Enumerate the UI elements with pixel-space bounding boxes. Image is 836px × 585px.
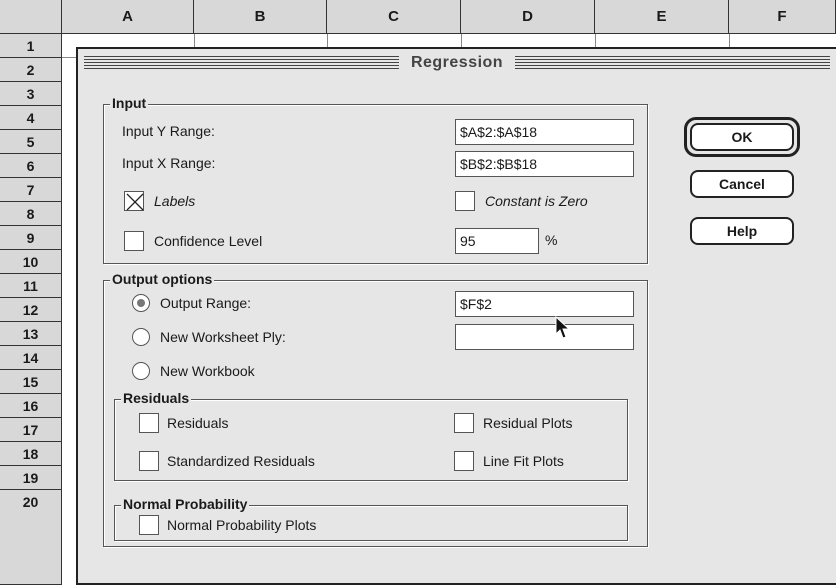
row-header-6[interactable]: 6 — [0, 154, 62, 178]
input-y-range-label: Input Y Range: — [122, 123, 215, 139]
confidence-level-field[interactable]: 95 — [455, 228, 539, 254]
dialog-title-bar[interactable]: Regression — [78, 49, 836, 77]
residuals-label: Residuals — [167, 415, 229, 431]
residual-plots-checkbox[interactable] — [454, 413, 474, 433]
title-bar-stripes — [84, 56, 399, 70]
line-fit-plots-checkbox[interactable] — [454, 451, 474, 471]
line-fit-plots-label: Line Fit Plots — [483, 453, 564, 469]
row-header-1[interactable]: 1 — [0, 34, 62, 58]
input-group-legend: Input — [110, 95, 149, 111]
radio-selected-dot — [137, 299, 145, 307]
input-y-range-field[interactable]: $A$2:$A$18 — [455, 119, 634, 145]
new-worksheet-ply-label: New Worksheet Ply: — [160, 329, 286, 345]
output-range-radio[interactable] — [132, 294, 150, 312]
new-workbook-radio[interactable] — [132, 362, 150, 380]
row-header-14[interactable]: 14 — [0, 346, 62, 370]
percent-sign: % — [545, 232, 558, 248]
input-group: Input Input Y Range: $A$2:$A$18 Input X … — [103, 95, 648, 264]
column-header-a[interactable]: A — [62, 0, 194, 34]
row-header-8[interactable]: 8 — [0, 202, 62, 226]
column-header-b[interactable]: B — [194, 0, 327, 34]
input-x-range-field[interactable]: $B$2:$B$18 — [455, 151, 634, 177]
row-header-15[interactable]: 15 — [0, 370, 62, 394]
output-options-legend: Output options — [110, 271, 215, 287]
ok-button[interactable]: OK — [690, 123, 794, 151]
standardized-residuals-label: Standardized Residuals — [167, 453, 315, 469]
row-header-13[interactable]: 13 — [0, 322, 62, 346]
row-header-11[interactable]: 11 — [0, 274, 62, 298]
row-header-16[interactable]: 16 — [0, 394, 62, 418]
row-header-2[interactable]: 2 — [0, 58, 62, 82]
row-header-9[interactable]: 9 — [0, 226, 62, 250]
standardized-residuals-checkbox[interactable] — [139, 451, 159, 471]
mouse-pointer-icon — [555, 316, 571, 339]
output-range-field[interactable]: $F$2 — [455, 291, 634, 317]
labels-checkbox[interactable] — [124, 191, 144, 211]
new-worksheet-ply-field[interactable] — [455, 324, 634, 350]
new-workbook-label: New Workbook — [160, 363, 255, 379]
labels-label: Labels — [154, 193, 196, 209]
checkbox-x-mark-icon — [126, 193, 144, 211]
row-header-7[interactable]: 7 — [0, 178, 62, 202]
confidence-level-checkbox[interactable] — [124, 231, 144, 251]
row-header-10[interactable]: 10 — [0, 250, 62, 274]
input-x-range-label: Input X Range: — [122, 155, 216, 171]
row-header-19[interactable]: 19 — [0, 466, 62, 490]
residuals-group: Residuals Residuals Residual Plots Stand… — [114, 390, 628, 481]
row-header-12[interactable]: 12 — [0, 298, 62, 322]
regression-dialog: Regression Input Input Y Range: $A$2:$A$… — [76, 47, 836, 585]
row-header-18[interactable]: 18 — [0, 442, 62, 466]
row-header-5[interactable]: 5 — [0, 130, 62, 154]
residuals-legend: Residuals — [121, 390, 192, 406]
residuals-checkbox[interactable] — [139, 413, 159, 433]
column-header-f[interactable]: F — [729, 0, 836, 34]
residual-plots-label: Residual Plots — [483, 415, 573, 431]
constant-zero-checkbox[interactable] — [455, 191, 475, 211]
row-header-17[interactable]: 17 — [0, 418, 62, 442]
row-header-20[interactable]: 20 — [0, 490, 62, 585]
constant-zero-label: Constant is Zero — [485, 193, 588, 209]
normal-probability-plots-checkbox[interactable] — [139, 515, 159, 535]
column-header-d[interactable]: D — [461, 0, 595, 34]
title-bar-stripes — [515, 56, 831, 70]
new-worksheet-ply-radio[interactable] — [132, 328, 150, 346]
row-header-3[interactable]: 3 — [0, 82, 62, 106]
confidence-level-label: Confidence Level — [154, 233, 263, 249]
dialog-title: Regression — [410, 54, 504, 71]
help-button[interactable]: Help — [690, 217, 794, 245]
column-header-c[interactable]: C — [327, 0, 461, 34]
normal-probability-legend: Normal Probability — [121, 496, 250, 512]
cancel-button[interactable]: Cancel — [690, 170, 794, 198]
column-header-e[interactable]: E — [595, 0, 729, 34]
row-header-4[interactable]: 4 — [0, 106, 62, 130]
normal-probability-plots-label: Normal Probability Plots — [167, 517, 317, 533]
select-all-corner[interactable] — [0, 0, 62, 34]
normal-probability-group: Normal Probability Normal Probability Pl… — [114, 496, 628, 541]
output-range-label: Output Range: — [160, 295, 252, 311]
